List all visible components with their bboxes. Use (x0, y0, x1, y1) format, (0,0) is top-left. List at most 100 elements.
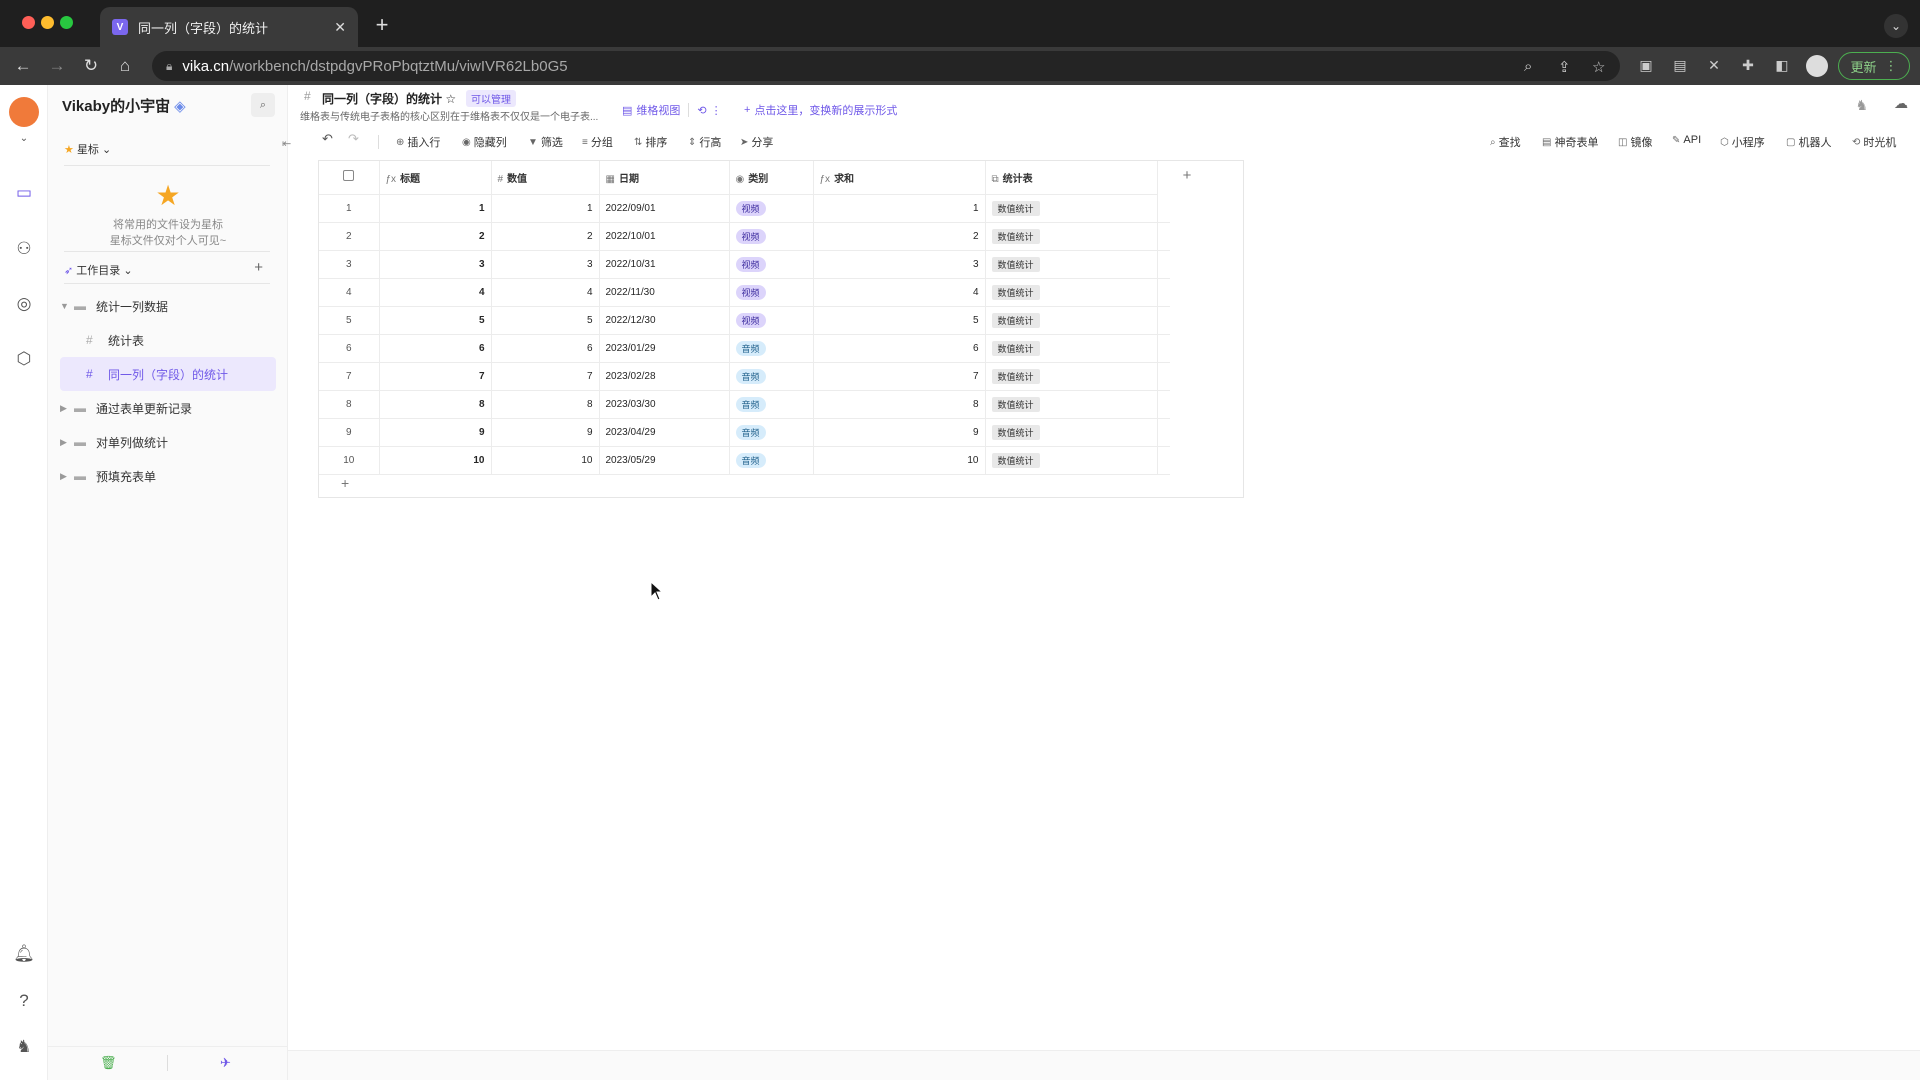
row-index-cell[interactable]: 4 (319, 278, 380, 307)
workbench-icon[interactable]: ▭ (12, 181, 36, 205)
value-cell[interactable]: 2 (491, 222, 600, 251)
title-cell[interactable]: 7 (379, 362, 492, 391)
title-cell[interactable]: 6 (379, 334, 492, 363)
view-sync-icon[interactable]: ⟲ (697, 104, 706, 117)
row-index-cell[interactable]: 2 (319, 222, 380, 251)
value-cell[interactable]: 9 (491, 418, 600, 447)
value-cell[interactable]: 5 (491, 306, 600, 335)
home-icon[interactable]: ⌂ (108, 52, 142, 80)
table-row[interactable]: 2 2 2 2022/10/01 视频 2 数值统计 (319, 222, 1170, 251)
form-button[interactable]: ▤ 神奇表单 (1542, 134, 1598, 150)
tree-folder-form-update[interactable]: ▶ ▬ 通过表单更新记录 (60, 391, 276, 425)
datasheet-title[interactable]: 同一列（字段）的统计 ☆ (322, 90, 456, 107)
zoom-icon[interactable]: ⌕ (1524, 58, 1532, 75)
link-cell[interactable]: 数值统计 (985, 306, 1158, 335)
explore-planet-icon[interactable]: ◎ (12, 292, 36, 316)
notification-bell-icon[interactable]: 🔔︎ (12, 942, 36, 966)
mascot-small-icon[interactable]: ♞ (1855, 97, 1868, 114)
view-tab-grid[interactable]: ▤ 维格视图 ⟲ ⋮ (622, 97, 722, 123)
link-cell[interactable]: 数值统计 (985, 194, 1158, 223)
back-icon[interactable]: ← (6, 52, 40, 80)
extension-2-icon[interactable]: ▤ (1672, 57, 1688, 73)
link-cell[interactable]: 数值统计 (985, 222, 1158, 251)
sum-cell[interactable]: 6 (813, 334, 986, 363)
sum-cell[interactable]: 5 (813, 306, 986, 335)
table-row[interactable]: 3 3 3 2022/10/31 视频 3 数值统计 (319, 250, 1170, 279)
link-cell[interactable]: 数值统计 (985, 390, 1158, 419)
column-header-title[interactable]: ƒx 标题 (379, 161, 492, 195)
date-cell[interactable]: 2022/10/31 (599, 250, 730, 279)
title-cell[interactable]: 1 (379, 194, 492, 223)
help-icon[interactable]: ? (12, 989, 36, 1013)
sum-cell[interactable]: 2 (813, 222, 986, 251)
column-header-category[interactable]: ◉ 类别 (729, 161, 814, 195)
column-header-value[interactable]: # 数值 (491, 161, 600, 195)
widget-button[interactable]: ⬡ 小程序 (1720, 134, 1765, 150)
add-view-button[interactable]: + 点击这里，变换新的展示形式 (744, 97, 897, 123)
settings-icon[interactable]: ⬡ (12, 347, 36, 371)
chevron-down-icon[interactable]: ⌄ (12, 127, 36, 151)
insert-row-button[interactable]: ⊕ 插入行 (396, 134, 440, 150)
date-cell[interactable]: 2022/10/01 (599, 222, 730, 251)
table-row[interactable]: 10 10 10 2023/05/29 音频 10 数值统计 (319, 446, 1170, 475)
row-index-cell[interactable]: 6 (319, 334, 380, 363)
sum-cell[interactable]: 1 (813, 194, 986, 223)
datasheet-description[interactable]: 维格表与传统电子表格的核心区别在于维格表不仅仅是一个电子表... (300, 108, 610, 123)
value-cell[interactable]: 6 (491, 334, 600, 363)
row-height-button[interactable]: ⇕ 行高 (688, 134, 721, 150)
category-cell[interactable]: 视频 (729, 194, 814, 223)
title-cell[interactable]: 2 (379, 222, 492, 251)
date-cell[interactable]: 2023/02/28 (599, 362, 730, 391)
search-button[interactable]: ⌕ 查找 (1490, 134, 1521, 150)
linked-record-chip[interactable]: 数值统计 (991, 424, 1040, 440)
bookmark-star-icon[interactable]: ☆ (1592, 58, 1605, 76)
linked-record-chip[interactable]: 数值统计 (991, 368, 1040, 384)
robot-button[interactable]: ▢ 机器人 (1786, 134, 1831, 150)
space-name[interactable]: Vikaby的小宇宙 ◈ (62, 95, 186, 116)
profile-avatar-icon[interactable] (1806, 55, 1828, 77)
linked-record-chip[interactable]: 数值统计 (991, 452, 1040, 468)
column-header-date[interactable]: ▦ 日期 (599, 161, 730, 195)
table-row[interactable]: 8 8 8 2023/03/30 音频 8 数值统计 (319, 390, 1170, 419)
close-window-button[interactable] (22, 16, 35, 29)
row-index-cell[interactable]: 7 (319, 362, 380, 391)
value-cell[interactable]: 1 (491, 194, 600, 223)
category-cell[interactable]: 音频 (729, 362, 814, 391)
minimize-window-button[interactable] (41, 16, 54, 29)
category-cell[interactable]: 音频 (729, 418, 814, 447)
category-cell[interactable]: 视频 (729, 250, 814, 279)
browser-tab[interactable]: V 同一列（字段）的统计 ✕ (100, 7, 358, 47)
title-cell[interactable]: 3 (379, 250, 492, 279)
date-cell[interactable]: 2023/01/29 (599, 334, 730, 363)
category-cell[interactable]: 音频 (729, 390, 814, 419)
close-tab-icon[interactable]: ✕ (334, 19, 346, 36)
date-cell[interactable]: 2022/09/01 (599, 194, 730, 223)
date-cell[interactable]: 2023/04/29 (599, 418, 730, 447)
api-button[interactable]: ✎ API (1672, 134, 1701, 146)
title-cell[interactable]: 4 (379, 278, 492, 307)
linked-record-chip[interactable]: 数值统计 (991, 228, 1040, 244)
update-browser-button[interactable]: 更新 ⋮ (1838, 52, 1910, 80)
title-cell[interactable]: 10 (379, 446, 492, 475)
row-index-cell[interactable]: 8 (319, 390, 380, 419)
linked-record-chip[interactable]: 数值统计 (991, 256, 1040, 272)
link-cell[interactable]: 数值统计 (985, 250, 1158, 279)
workdir-section[interactable]: ➶ 工作目录 ⌄ (64, 262, 133, 278)
table-row[interactable]: 9 9 9 2023/04/29 音频 9 数值统计 (319, 418, 1170, 447)
extension-3-icon[interactable]: ✕ (1706, 57, 1722, 73)
members-icon[interactable]: ⚇ (12, 237, 36, 261)
tree-sheet-same-column[interactable]: # 同一列（字段）的统计 (60, 357, 276, 391)
tab-search-icon[interactable]: ⌄ (1884, 14, 1908, 38)
value-cell[interactable]: 8 (491, 390, 600, 419)
link-cell[interactable]: 数值统计 (985, 362, 1158, 391)
side-panel-icon[interactable]: ◧ (1774, 57, 1790, 73)
linked-record-chip[interactable]: 数值统计 (991, 396, 1040, 412)
column-header-link[interactable]: ⧉ 统计表 (985, 161, 1158, 195)
table-row[interactable]: 1 1 1 2022/09/01 视频 1 数值统计 (319, 194, 1170, 223)
share-button[interactable]: ➤ 分享 (740, 134, 773, 150)
select-all-checkbox[interactable] (319, 161, 380, 195)
title-cell[interactable]: 8 (379, 390, 492, 419)
timemachine-button[interactable]: ⟲ 时光机 (1852, 134, 1896, 150)
add-column-button[interactable]: + (1162, 167, 1212, 189)
value-cell[interactable]: 7 (491, 362, 600, 391)
